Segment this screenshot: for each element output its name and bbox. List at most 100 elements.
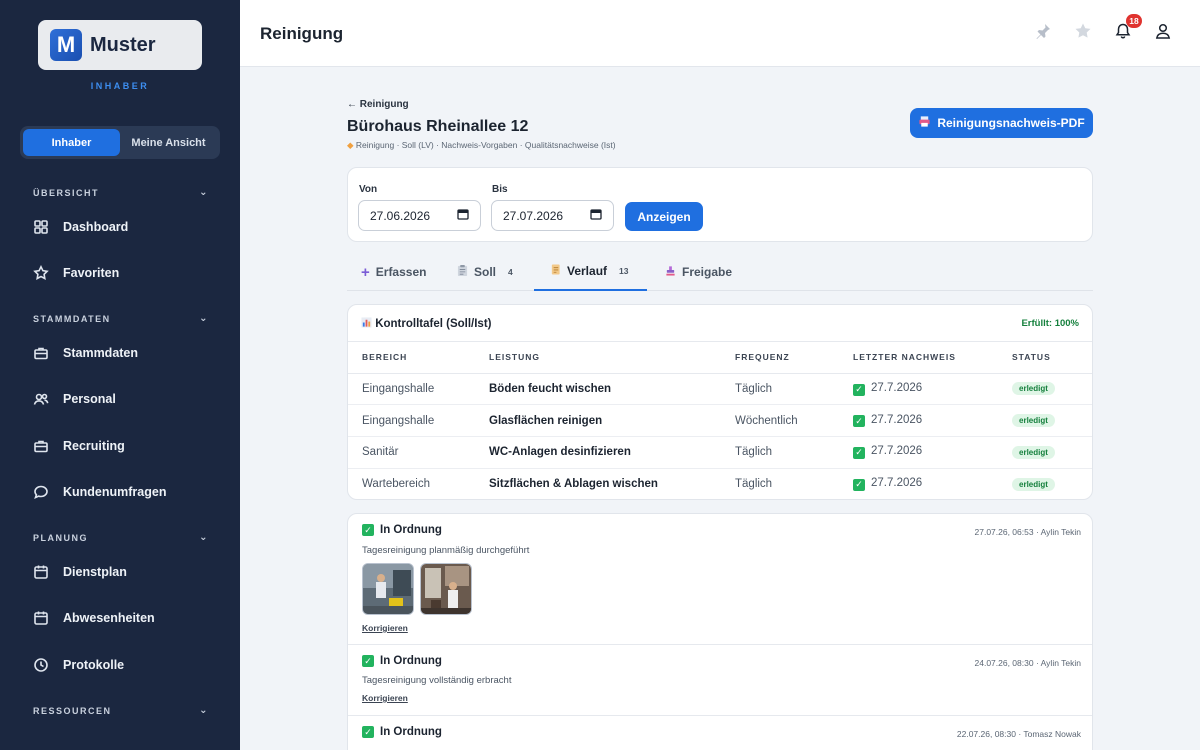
cell-status: erledigt (1012, 373, 1092, 406)
chevron-down-icon: ⌄ (199, 313, 209, 324)
calendar-icon[interactable] (457, 208, 469, 223)
check-icon: ✓ (362, 726, 374, 738)
cell-status: erledigt (1012, 468, 1092, 499)
section-planung[interactable]: PLANUNG ⌄ (33, 532, 209, 543)
table-row: Wartebereich Sitzflächen & Ablagen wisch… (348, 468, 1092, 499)
people-icon (33, 391, 49, 407)
tab-label: Erfassen (375, 265, 427, 279)
section-stammdaten[interactable]: STAMMDATEN ⌄ (33, 313, 209, 324)
list-item: ✓ In Ordnung 24.07.26, 08:30 · Aylin Teki… (348, 646, 1092, 716)
sidebar-item-label: Favoriten (63, 266, 120, 280)
object-title: Bürohaus Rheinallee 12 (347, 118, 529, 135)
section-title: ÜBERSICHT (33, 187, 100, 198)
cell-last-proof: ✓ 27.7.2026 (853, 468, 1012, 499)
sidebar-item-protokolle[interactable]: Protokolle (33, 653, 223, 677)
clipboard-icon (457, 264, 468, 280)
sidebar-item-label: Personal (63, 392, 116, 406)
calendar-icon (33, 610, 49, 626)
top-bar: Reinigung 18 (240, 0, 1200, 67)
section-title: STAMMDATEN (33, 313, 111, 324)
page-title: Reinigung (260, 24, 344, 43)
cell-last-proof: ✓ 27.7.2026 (853, 404, 1012, 437)
table-row: Sanitär WC-Anlagen desinfizieren Täglich… (348, 436, 1092, 469)
star-icon[interactable] (1074, 22, 1092, 40)
last-proof-date: 27.7.2026 (871, 477, 923, 490)
tab-verlauf[interactable]: Verlauf 13 (534, 253, 647, 291)
correct-link[interactable]: Korrigieren (362, 623, 408, 633)
sidebar-item-label: Abwesenheiten (63, 611, 155, 625)
toggle-meine-ansicht[interactable]: Meine Ansicht (120, 129, 217, 156)
cell-status: erledigt (1012, 404, 1092, 437)
grid-icon (33, 219, 49, 235)
check-icon: ✓ (362, 524, 374, 536)
sidebar-item-dienstplan[interactable]: Dienstplan (33, 560, 223, 584)
entry-description: Tagesreinigung vollständig erbracht (362, 675, 512, 686)
pdf-button-label: Reinigungsnachweis-PDF (937, 116, 1085, 130)
status-badge: erledigt (1012, 477, 1055, 491)
back-link[interactable]: ← Reinigung (347, 99, 409, 110)
tab-soll[interactable]: Soll 4 (457, 253, 513, 291)
cell-area: Wartebereich (362, 478, 430, 491)
status-badge: erledigt (1012, 445, 1055, 459)
cell-frequency: Täglich (735, 478, 773, 491)
tab-erfassen[interactable]: + Erfassen (361, 253, 426, 291)
bell-icon[interactable]: 18 (1114, 14, 1142, 40)
last-proof-date: 27.7.2026 (871, 382, 923, 395)
logo[interactable]: M Muster (38, 20, 202, 70)
briefcase-icon (33, 345, 49, 361)
chevron-down-icon: ⌄ (199, 532, 209, 543)
tab-label: Freigabe (682, 265, 733, 279)
pin-icon[interactable] (1034, 22, 1052, 40)
entry-status: ✓ In Ordnung (362, 524, 442, 536)
cell-area: Eingangshalle (348, 404, 489, 437)
cell-area: Eingangshalle (348, 373, 489, 406)
sidebar-item-label: Protokolle (63, 658, 125, 672)
correct-link[interactable]: Korrigieren (362, 693, 408, 703)
control-board: Kontrolltafel (Soll/Ist) Erfüllt: 100% B… (347, 304, 1093, 500)
section-title: PLANUNG (33, 532, 88, 543)
history-list: ✓ In Ordnung 27.07.26, 06:53 · Aylin Teki… (347, 513, 1093, 750)
sidebar-item-abwesenheiten[interactable]: Abwesenheiten (33, 606, 223, 630)
entry-status: ✓ In Ordnung (362, 726, 442, 738)
cell-area: Sanitär (348, 436, 489, 469)
tab-label: Soll (474, 265, 497, 279)
last-proof-date: 27.7.2026 (871, 445, 923, 458)
col-leistung: LEISTUNG (489, 342, 735, 374)
pdf-button[interactable]: Reinigungsnachweis-PDF (910, 108, 1093, 138)
check-icon: ✓ (362, 655, 374, 667)
stamp-icon (665, 264, 676, 280)
photo-thumbnail[interactable] (362, 563, 414, 615)
cell-last-proof: ✓ 27.7.2026 (853, 373, 1012, 406)
control-board-title-text: Kontrolltafel (Soll/Ist) (375, 317, 492, 330)
to-date-input[interactable]: 27.07.2026 (491, 200, 614, 231)
sidebar-item-label: Recruiting (63, 439, 125, 453)
show-button[interactable]: Anzeigen (625, 202, 703, 231)
section-ressourcen[interactable]: RESSOURCEN ⌄ (33, 705, 209, 716)
role-label: INHABER (90, 81, 150, 91)
tab-bar: + Erfassen Soll 4 Verlauf 13 Freigabe (347, 253, 1093, 291)
from-date-input[interactable]: 27.06.2026 (358, 200, 481, 231)
printer-icon (918, 115, 931, 131)
col-status: STATUS (1012, 342, 1092, 374)
sidebar-item-personal[interactable]: Personal (33, 387, 223, 411)
tab-freigabe[interactable]: Freigabe (665, 253, 732, 291)
sidebar-item-stammdaten[interactable]: Stammdaten (33, 341, 223, 365)
calendar-icon[interactable] (590, 208, 602, 223)
section-title: RESSOURCEN (33, 705, 112, 716)
cell-task: Glasflächen reinigen (489, 404, 735, 437)
entry-description: Tagesreinigung planmäßig durchgeführt (362, 545, 530, 556)
cell-task: WC-Anlagen desinfizieren (489, 436, 735, 469)
toggle-inhaber[interactable]: Inhaber (23, 129, 120, 156)
photo-thumbnail[interactable] (420, 563, 472, 615)
sidebar-item-favoriten[interactable]: Favoriten (33, 261, 223, 285)
table-header-row: BEREICH LEISTUNG FREQUENZ LETZTER NACHWE… (348, 342, 1092, 374)
scroll-icon (550, 263, 561, 279)
sidebar-item-dashboard[interactable]: Dashboard (33, 215, 223, 239)
entry-status-text: In Ordnung (380, 655, 442, 667)
sidebar-item-recruiting[interactable]: Recruiting (33, 434, 223, 458)
cell-task: Böden feucht wischen (489, 373, 735, 406)
sidebar-item-kundenumfragen[interactable]: Kundenumfragen (33, 480, 223, 504)
section-uebersicht[interactable]: ÜBERSICHT ⌄ (33, 187, 209, 198)
user-icon[interactable] (1154, 22, 1172, 40)
from-label: Von (359, 184, 378, 195)
